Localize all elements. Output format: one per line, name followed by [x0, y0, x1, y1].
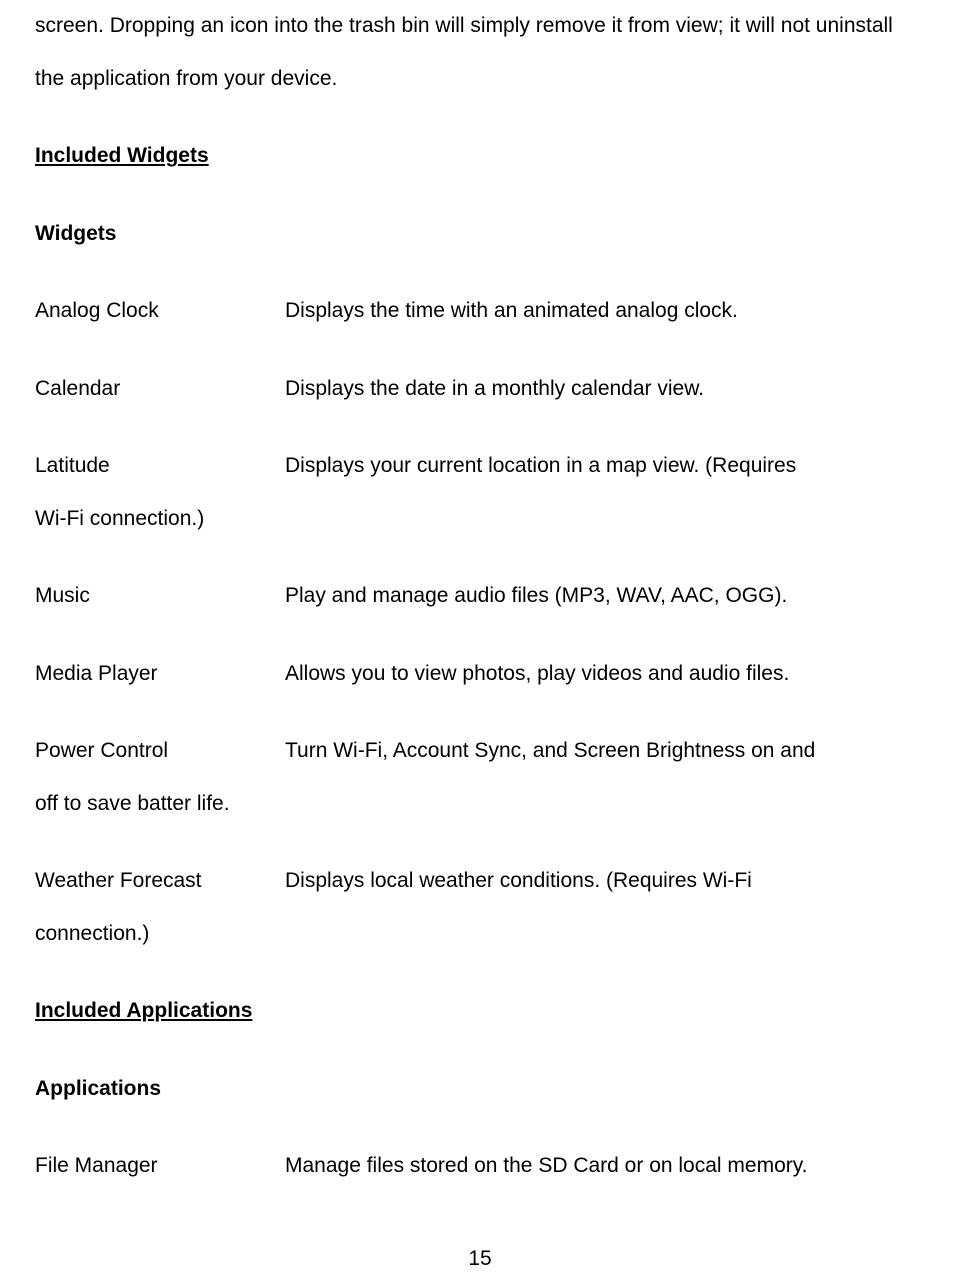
widget-row-latitude: Latitude Displays your current location …: [35, 440, 925, 493]
widget-desc: Play and manage audio files (MP3, WAV, A…: [285, 570, 925, 623]
included-applications-heading: Included Applications: [35, 985, 925, 1038]
widget-cont-power-control: off to save batter life.: [35, 778, 925, 831]
widget-row-music: Music Play and manage audio files (MP3, …: [35, 570, 925, 623]
widget-row-weather: Weather Forecast Displays local weather …: [35, 855, 925, 908]
widget-cont-latitude: Wi-Fi connection.): [35, 493, 925, 546]
app-row-file-manager: File Manager Manage files stored on the …: [35, 1140, 925, 1193]
applications-subheading: Applications: [35, 1063, 925, 1116]
widget-row-analog-clock: Analog Clock Displays the time with an a…: [35, 285, 925, 338]
widget-cont-weather: connection.): [35, 908, 925, 961]
widget-label: Weather Forecast: [35, 855, 285, 908]
widget-label: Power Control: [35, 725, 285, 778]
widget-label: Music: [35, 570, 285, 623]
widget-desc: Displays local weather conditions. (Requ…: [285, 855, 925, 908]
widget-label: Analog Clock: [35, 285, 285, 338]
app-desc: Manage files stored on the SD Card or on…: [285, 1140, 925, 1193]
widget-desc: Displays the date in a monthly calendar …: [285, 363, 925, 416]
widget-label: Media Player: [35, 648, 285, 701]
page-number: 15: [35, 1233, 925, 1285]
intro-paragraph: screen. Dropping an icon into the trash …: [35, 0, 925, 105]
widget-desc: Displays your current location in a map …: [285, 440, 925, 493]
widgets-subheading: Widgets: [35, 208, 925, 261]
widget-desc: Displays the time with an animated analo…: [285, 285, 925, 338]
widget-label: Calendar: [35, 363, 285, 416]
widget-row-power-control: Power Control Turn Wi-Fi, Account Sync, …: [35, 725, 925, 778]
widget-row-calendar: Calendar Displays the date in a monthly …: [35, 363, 925, 416]
widget-label: Latitude: [35, 440, 285, 493]
widget-desc: Allows you to view photos, play videos a…: [285, 648, 925, 701]
widget-row-media-player: Media Player Allows you to view photos, …: [35, 648, 925, 701]
included-widgets-heading: Included Widgets: [35, 130, 925, 183]
app-label: File Manager: [35, 1140, 285, 1193]
widget-desc: Turn Wi-Fi, Account Sync, and Screen Bri…: [285, 725, 925, 778]
